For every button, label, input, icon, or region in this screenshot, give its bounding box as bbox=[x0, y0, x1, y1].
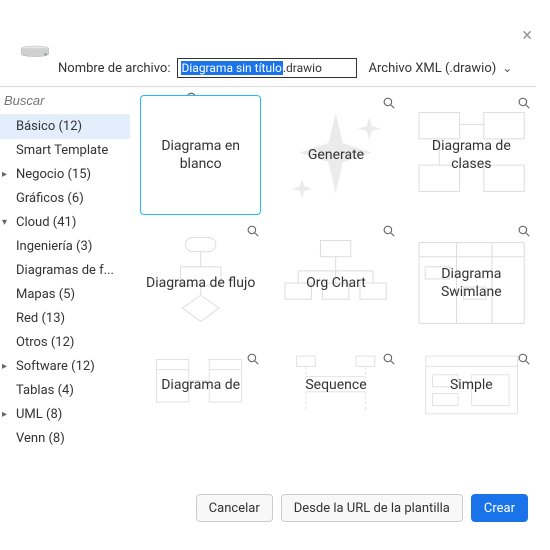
file-format-label: Archivo XML (.drawio) bbox=[369, 61, 497, 76]
template-tile[interactable]: Simple bbox=[411, 351, 532, 419]
category-item[interactable]: Gráficos (6) bbox=[0, 187, 130, 211]
dialog-footer: Cancelar Desde la URL de la plantilla Cr… bbox=[0, 490, 536, 526]
expand-arrow-icon: ▸ bbox=[2, 403, 12, 427]
chevron-down-icon: ⌄ bbox=[502, 61, 512, 75]
template-title: Org Chart bbox=[306, 274, 366, 292]
template-tile[interactable]: Diagrama Swimlane bbox=[411, 223, 532, 343]
template-tile[interactable]: Diagrama de bbox=[140, 351, 261, 419]
category-label: Ingeniería (3) bbox=[16, 235, 92, 259]
category-item[interactable]: Tablas (4) bbox=[0, 379, 130, 403]
template-title: Diagrama de flujo bbox=[146, 274, 255, 292]
category-item[interactable]: Básico (12) bbox=[0, 115, 130, 139]
category-label: Mapas (5) bbox=[16, 283, 75, 307]
close-icon[interactable]: × bbox=[522, 25, 532, 46]
filename-label: Nombre de archivo: bbox=[58, 61, 171, 76]
filename-row: Nombre de archivo: Diagrama sin título.d… bbox=[58, 58, 512, 78]
template-tile[interactable]: Diagrama de flujo bbox=[140, 223, 261, 343]
filename-input[interactable]: Diagrama sin título.drawio bbox=[177, 58, 357, 78]
new-diagram-dialog: × Nombre de archivo: Diagrama sin título… bbox=[0, 0, 550, 550]
template-title: Diagrama de bbox=[161, 376, 240, 394]
template-title: Generate bbox=[308, 146, 364, 164]
cancel-button[interactable]: Cancelar bbox=[196, 494, 273, 522]
template-tile[interactable]: Org Chart bbox=[275, 223, 396, 343]
category-item[interactable]: Red (13) bbox=[0, 307, 130, 331]
dialog-body: Básico (12)Smart Template▸Negocio (15)Gr… bbox=[0, 86, 536, 490]
category-label: Otros (12) bbox=[16, 331, 74, 355]
category-item[interactable]: ▾Cloud (41) bbox=[0, 211, 130, 235]
category-list: Básico (12)Smart Template▸Negocio (15)Gr… bbox=[0, 115, 130, 451]
from-url-button[interactable]: Desde la URL de la plantilla bbox=[281, 494, 463, 522]
filename-selected-text: Diagrama sin título bbox=[181, 61, 283, 75]
expand-arrow-icon: ▾ bbox=[2, 211, 12, 235]
category-label: Tablas (4) bbox=[16, 379, 74, 403]
category-label: Diagramas de f... bbox=[16, 259, 114, 283]
template-title: Diagrama de clases bbox=[411, 137, 532, 173]
category-label: Básico (12) bbox=[16, 115, 82, 139]
category-item[interactable]: Mapas (5) bbox=[0, 283, 130, 307]
template-tile[interactable]: Sequence bbox=[275, 351, 396, 419]
create-button[interactable]: Crear bbox=[471, 494, 528, 522]
category-label: Gráficos (6) bbox=[16, 187, 84, 211]
category-item[interactable]: ▸Software (12) bbox=[0, 355, 130, 379]
category-label: Software (12) bbox=[16, 355, 95, 379]
category-item[interactable]: Ingeniería (3) bbox=[0, 235, 130, 259]
template-tile[interactable]: Diagrama en blanco bbox=[140, 95, 261, 215]
category-label: Smart Template bbox=[16, 139, 108, 163]
template-title: Sequence bbox=[305, 376, 366, 394]
category-label: UML (8) bbox=[16, 403, 62, 427]
template-gallery: Diagrama en blanco Generate Diagrama de cl… bbox=[130, 86, 536, 490]
category-item[interactable]: Otros (12) bbox=[0, 331, 130, 355]
category-item[interactable]: Smart Template bbox=[0, 139, 130, 163]
category-label: Cloud (41) bbox=[16, 211, 76, 235]
filename-extension: .drawio bbox=[283, 61, 322, 75]
template-tile[interactable]: Generate bbox=[275, 95, 396, 215]
search-row bbox=[0, 87, 130, 115]
category-label: Negocio (15) bbox=[16, 163, 91, 187]
harddrive-icon bbox=[20, 45, 50, 59]
expand-arrow-icon: ▸ bbox=[2, 163, 12, 187]
category-label: Venn (8) bbox=[16, 427, 65, 451]
category-sidebar: Básico (12)Smart Template▸Negocio (15)Gr… bbox=[0, 86, 130, 490]
category-label: Red (13) bbox=[16, 307, 65, 331]
category-item[interactable]: ▸UML (8) bbox=[0, 403, 130, 427]
expand-arrow-icon: ▸ bbox=[2, 355, 12, 379]
category-item[interactable]: ▸Negocio (15) bbox=[0, 163, 130, 187]
category-item[interactable]: Venn (8) bbox=[0, 427, 130, 451]
category-item[interactable]: Diagramas de f... bbox=[0, 259, 130, 283]
file-format-select[interactable]: Archivo XML (.drawio) ⌄ bbox=[369, 61, 513, 76]
template-title: Diagrama en blanco bbox=[141, 137, 260, 173]
template-tile[interactable]: Diagrama de clases bbox=[411, 95, 532, 215]
template-title: Simple bbox=[450, 376, 493, 394]
template-title: Diagrama Swimlane bbox=[411, 265, 532, 301]
